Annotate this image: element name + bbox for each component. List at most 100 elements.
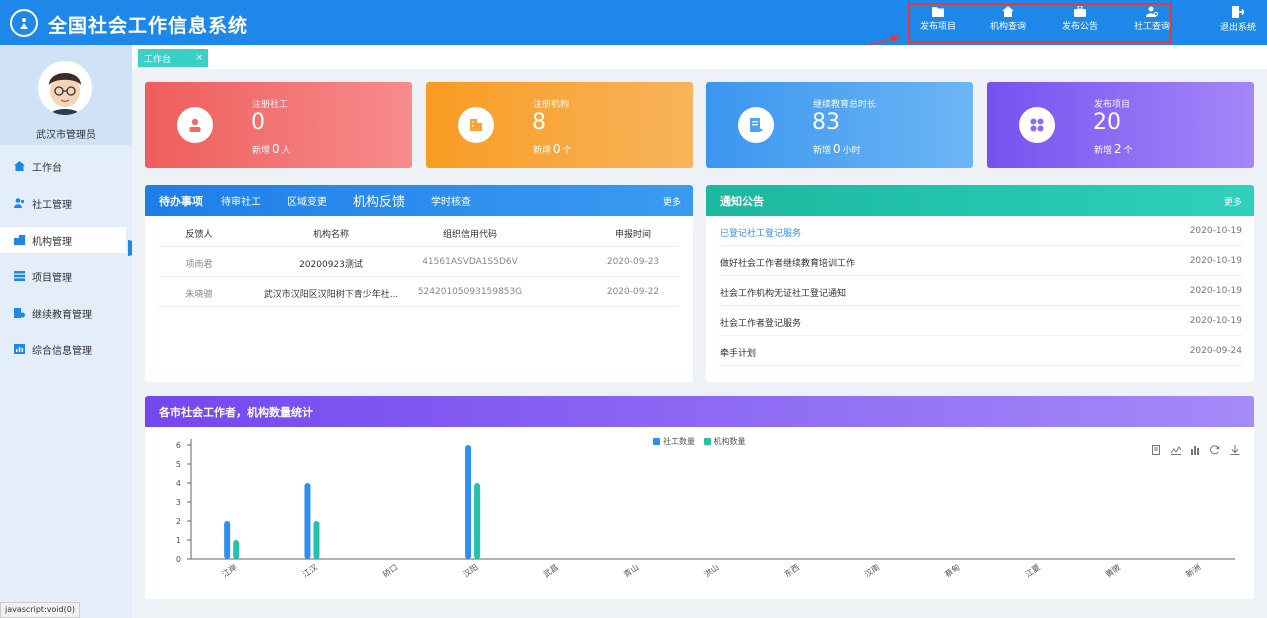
card-sub-unit: 个 <box>562 146 572 156</box>
x-tick-label: 蔡甸 <box>943 562 962 579</box>
card-value: 8 <box>532 110 546 135</box>
card-sub-prefix: 新增 <box>813 146 832 156</box>
todo-header: 待办事项 待审社工 区域变更 机构反馈 学时核查 <box>145 185 693 216</box>
card-sub-value: 0 <box>272 142 280 156</box>
tab-pending-workers[interactable]: 待审社工 <box>221 193 261 208</box>
list-item[interactable]: 已登记社工登记服务 2020-10-19 <box>720 216 1242 246</box>
notice-item-title[interactable]: 做好社会工作者继续教育培训工作 <box>720 256 855 269</box>
nav-org-query[interactable]: 机构查询 <box>978 6 1038 32</box>
notice-more-link[interactable]: 更多 <box>1224 195 1242 208</box>
logout-icon <box>1232 6 1244 18</box>
sidebar-item-orgs[interactable]: 机构管理 <box>0 227 126 253</box>
table-row[interactable]: 项雨君 20200923测试 41561ASVDA1S5D6V 2020-09-… <box>159 247 679 277</box>
card-sub-prefix: 新增 <box>1094 146 1113 156</box>
y-tick-label: 4 <box>176 479 181 488</box>
building-icon <box>458 107 494 143</box>
nav-label: 发布公告 <box>1061 22 1098 32</box>
list-item[interactable]: 牵手计划 2020-09-24 <box>720 336 1242 366</box>
table-row[interactable]: 朱晓骢 武汉市汉阳区汉阳树下青少年社... 52420105093159853G… <box>159 277 679 307</box>
status-bar: javascript:void(0) <box>0 602 81 618</box>
cell-date: 2020-09-23 <box>606 257 660 267</box>
tab-org-feedback[interactable]: 机构反馈 <box>353 191 405 210</box>
card-sub-value: 0 <box>553 142 561 156</box>
card-registered-workers[interactable]: 注册社工 0 新增 0 人 <box>145 82 412 168</box>
col-header: 反馈人 <box>185 230 213 240</box>
x-tick-label: 洪山 <box>702 562 721 579</box>
notice-item-date: 2020-10-19 <box>1189 226 1242 236</box>
sidebar-item-education[interactable]: 继续教育管理 <box>0 300 132 326</box>
sidebar-item-label: 继续教育管理 <box>32 309 92 321</box>
nav-worker-query[interactable]: 社工查询 <box>1122 6 1182 32</box>
cell-reporter: 朱晓骢 <box>185 290 213 300</box>
avatar[interactable] <box>38 61 92 115</box>
bar-orgs-0 <box>233 540 240 559</box>
tab-strip <box>132 45 1267 69</box>
tab-dashboard[interactable]: 工作台 × <box>138 49 208 67</box>
card-published-projects[interactable]: 发布项目 20 新增 2 个 <box>987 82 1254 168</box>
nav-publish-notice[interactable]: 发布公告 <box>1050 6 1110 32</box>
card-sub-unit: 个 <box>1123 146 1133 156</box>
sidebar-item-label: 综合信息管理 <box>32 345 92 357</box>
notice-header: 通知公告 <box>706 185 1254 216</box>
briefcase-icon <box>1074 6 1086 17</box>
col-header: 申报时间 <box>614 230 651 240</box>
stats-panel: 各市社会工作者，机构数量统计 社工数量 机构数量 0 1 2 3 4 5 6 江岸 江汉 硚口 汉阳… <box>145 396 1254 599</box>
table-header: 反馈人 机构名称 组织信用代码 申报时间 <box>159 217 679 247</box>
app-logo-icon <box>10 9 38 37</box>
nav-publish-project[interactable]: 发布项目 <box>908 6 968 32</box>
list-item[interactable]: 社会工作机构无证社工登记通知 2020-10-19 <box>720 276 1242 306</box>
notice-item-title[interactable]: 社会工作机构无证社工登记通知 <box>720 286 846 299</box>
list-item[interactable]: 社会工作者登记服务 2020-10-19 <box>720 306 1242 336</box>
notice-item-title[interactable]: 牵手计划 <box>720 346 756 359</box>
col-header: 机构名称 <box>312 230 349 240</box>
sidebar-item-workers[interactable]: 社工管理 <box>0 190 132 216</box>
bar-orgs-1 <box>313 521 320 559</box>
list-item[interactable]: 做好社会工作者继续教育培训工作 2020-10-19 <box>720 246 1242 276</box>
card-label: 注册机构 <box>533 100 570 110</box>
logout-button[interactable]: 退出系统 <box>1215 6 1261 33</box>
cell-reporter: 项雨君 <box>185 260 213 270</box>
document-edit-icon <box>738 107 774 143</box>
card-sub: 新增 2 个 <box>1094 142 1133 156</box>
todo-panel: 待办事项 待审社工 区域变更 机构反馈 学时核查 更多 反馈人 机构名称 组织信… <box>145 185 693 382</box>
y-tick-label: 5 <box>176 460 181 469</box>
y-tick-label: 0 <box>176 555 181 564</box>
top-header: 全国社会工作信息系统 发布项目 机构查询 发布公告 社工查询 退出系统 <box>0 0 1267 45</box>
sidebar-item-info[interactable]: 综合信息管理 <box>0 336 132 362</box>
cell-credit-code: 41561ASVDA1S5D6V <box>422 257 518 267</box>
x-tick-label: 汉阳 <box>462 563 480 580</box>
bar-workers-1 <box>304 483 311 559</box>
x-tick-label: 青山 <box>622 562 641 579</box>
sidebar-item-projects[interactable]: 项目管理 <box>0 263 132 289</box>
card-sub: 新增 0 小时 <box>813 142 861 156</box>
bar-workers-3 <box>465 445 472 559</box>
tab-hours-check[interactable]: 学时核查 <box>431 193 471 208</box>
notice-item-title[interactable]: 已登记社工登记服务 <box>720 226 801 239</box>
card-value: 0 <box>251 110 265 135</box>
user-search-icon <box>1146 6 1158 17</box>
x-tick-label: 汉南 <box>862 562 881 579</box>
y-tick-label: 1 <box>176 536 181 545</box>
card-education-hours[interactable]: 继续教育总时长 83 新增 0 小时 <box>706 82 973 168</box>
users-icon <box>14 198 25 208</box>
cell-org-name: 武汉市汉阳区汉阳树下青少年社... <box>263 290 399 300</box>
todo-more-link[interactable]: 更多 <box>663 195 681 208</box>
sidebar-item-label: 工作台 <box>32 162 62 174</box>
tab-region-change[interactable]: 区域变更 <box>287 193 327 208</box>
y-tick-label: 2 <box>176 517 181 526</box>
nav-label: 社工查询 <box>1133 22 1170 32</box>
cell-org-name: 20200923测试 <box>299 260 363 270</box>
card-registered-orgs[interactable]: 注册机构 8 新增 0 个 <box>426 82 693 168</box>
card-sub-prefix: 新增 <box>252 146 271 156</box>
book-icon <box>14 308 25 318</box>
sidebar-item-dashboard[interactable]: 工作台 <box>0 153 132 179</box>
logout-label: 退出系统 <box>1219 23 1256 33</box>
close-icon[interactable]: × <box>195 53 203 63</box>
notice-item-title[interactable]: 社会工作者登记服务 <box>720 316 801 329</box>
cell-credit-code: 52420105093159853G <box>417 287 523 297</box>
todo-title: 待办事项 <box>159 194 203 208</box>
x-tick-label: 江夏 <box>1024 563 1042 580</box>
card-sub: 新增 0 人 <box>252 142 291 156</box>
card-value: 20 <box>1093 110 1121 135</box>
card-sub-unit: 小时 <box>842 146 861 156</box>
